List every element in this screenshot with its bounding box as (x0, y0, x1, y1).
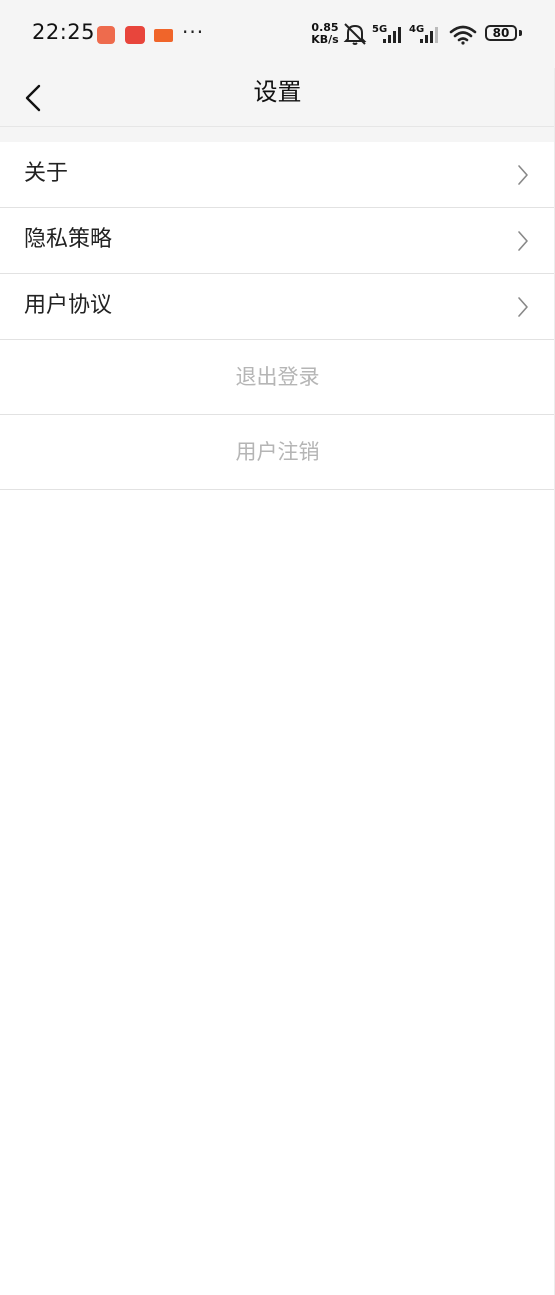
logout-label: 退出登录 (235, 365, 320, 389)
deregister-account-button[interactable]: 用户注销 (0, 415, 555, 490)
status-time: 22:25 (32, 20, 96, 44)
app-notification-icon (125, 26, 145, 44)
app-notification-icon (154, 29, 173, 42)
signal-4g-label: 4G (409, 24, 424, 35)
menu-item-label: 用户协议 (24, 293, 113, 318)
nav-bar: 设置 (0, 68, 555, 127)
chevron-right-icon (518, 297, 528, 317)
back-button[interactable] (14, 74, 54, 120)
battery-icon: 80 (485, 25, 517, 41)
page-title: 设置 (253, 78, 302, 106)
settings-screen: 22:25 ··· 0.85 KB/s 5G 4G 80 设置 关于 隐私策略 … (0, 0, 555, 1295)
chevron-right-icon (518, 165, 528, 185)
menu-item-privacy-policy[interactable]: 隐私策略 (0, 208, 555, 274)
status-icons: 5G 4G (343, 23, 477, 45)
logout-button[interactable]: 退出登录 (0, 340, 555, 415)
chevron-left-icon (25, 84, 41, 112)
menu-item-about[interactable]: 关于 (0, 142, 555, 208)
status-bar: 22:25 ··· 0.85 KB/s 5G 4G 80 (0, 0, 555, 68)
wifi-icon (449, 25, 477, 45)
chevron-right-icon (518, 231, 528, 251)
signal-5g-label: 5G (372, 24, 387, 35)
battery-tip (519, 30, 522, 36)
settings-list: 关于 隐私策略 用户协议 退出登录 用户注销 (0, 142, 555, 490)
mute-bell-icon (343, 23, 367, 45)
menu-item-user-agreement[interactable]: 用户协议 (0, 274, 555, 340)
section-gap (0, 127, 555, 142)
network-speed-unit: KB/s (311, 33, 339, 46)
deregister-label: 用户注销 (235, 440, 320, 464)
signal-icon: 4G (409, 24, 438, 43)
signal-icon: 5G (372, 24, 401, 43)
menu-item-label: 隐私策略 (24, 227, 113, 252)
more-notifications-icon: ··· (182, 20, 205, 44)
app-notification-icon (97, 26, 115, 44)
network-speed: 0.85 KB/s (310, 22, 340, 46)
menu-item-label: 关于 (24, 161, 69, 186)
